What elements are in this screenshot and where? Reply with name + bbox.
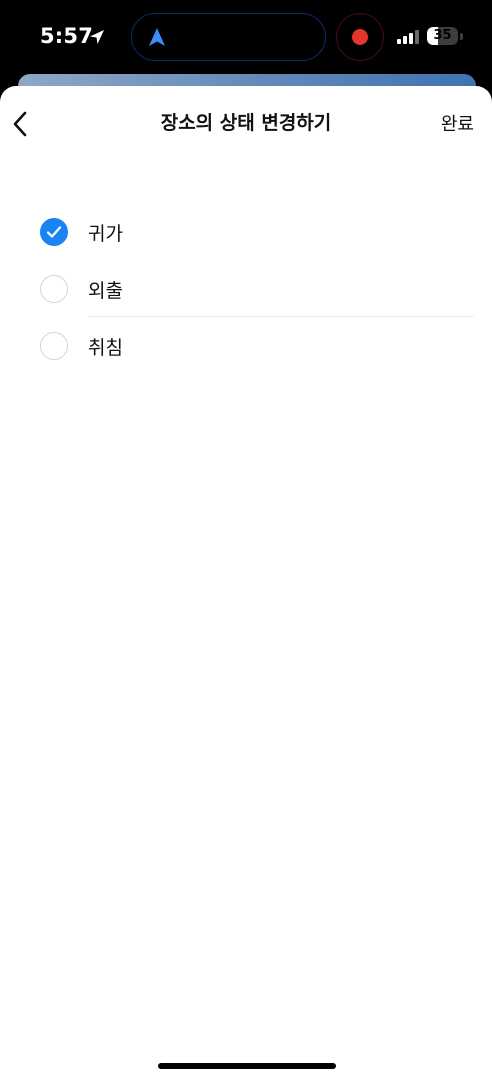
status-option-home[interactable]: 귀가 (0, 203, 492, 260)
cellular-signal-icon (397, 30, 419, 44)
record-dot-icon (352, 29, 368, 45)
battery-level: 35 (433, 28, 452, 43)
radio-button[interactable] (40, 332, 68, 360)
dynamic-island[interactable] (131, 13, 326, 61)
status-option-away[interactable]: 외출 (0, 260, 492, 317)
location-arrow-icon (90, 30, 104, 44)
page-title: 장소의 상태 변경하기 (160, 112, 332, 134)
home-indicator[interactable] (158, 1063, 336, 1069)
status-time: 5:57 (40, 24, 94, 48)
option-label: 외출 (88, 280, 123, 302)
navigation-arrow-icon (149, 28, 165, 46)
status-option-sleep[interactable]: 취침 (0, 317, 492, 374)
battery-icon: 35 (427, 27, 458, 45)
checkmark-icon (46, 226, 62, 238)
radio-button-checked[interactable] (40, 218, 68, 246)
modal-sheet: 장소의 상태 변경하기 완료 귀가 외출 취침 (0, 86, 492, 1079)
battery-cap (460, 33, 463, 40)
radio-button[interactable] (40, 275, 68, 303)
status-bar: 5:57 35 (0, 0, 492, 80)
status-option-list: 귀가 외출 취침 (0, 203, 492, 374)
screen-recording-indicator[interactable] (336, 13, 384, 61)
done-button[interactable]: 완료 (441, 110, 474, 136)
option-label: 취침 (88, 337, 123, 359)
nav-header: 장소의 상태 변경하기 완료 (0, 86, 492, 160)
option-label: 귀가 (88, 223, 123, 245)
